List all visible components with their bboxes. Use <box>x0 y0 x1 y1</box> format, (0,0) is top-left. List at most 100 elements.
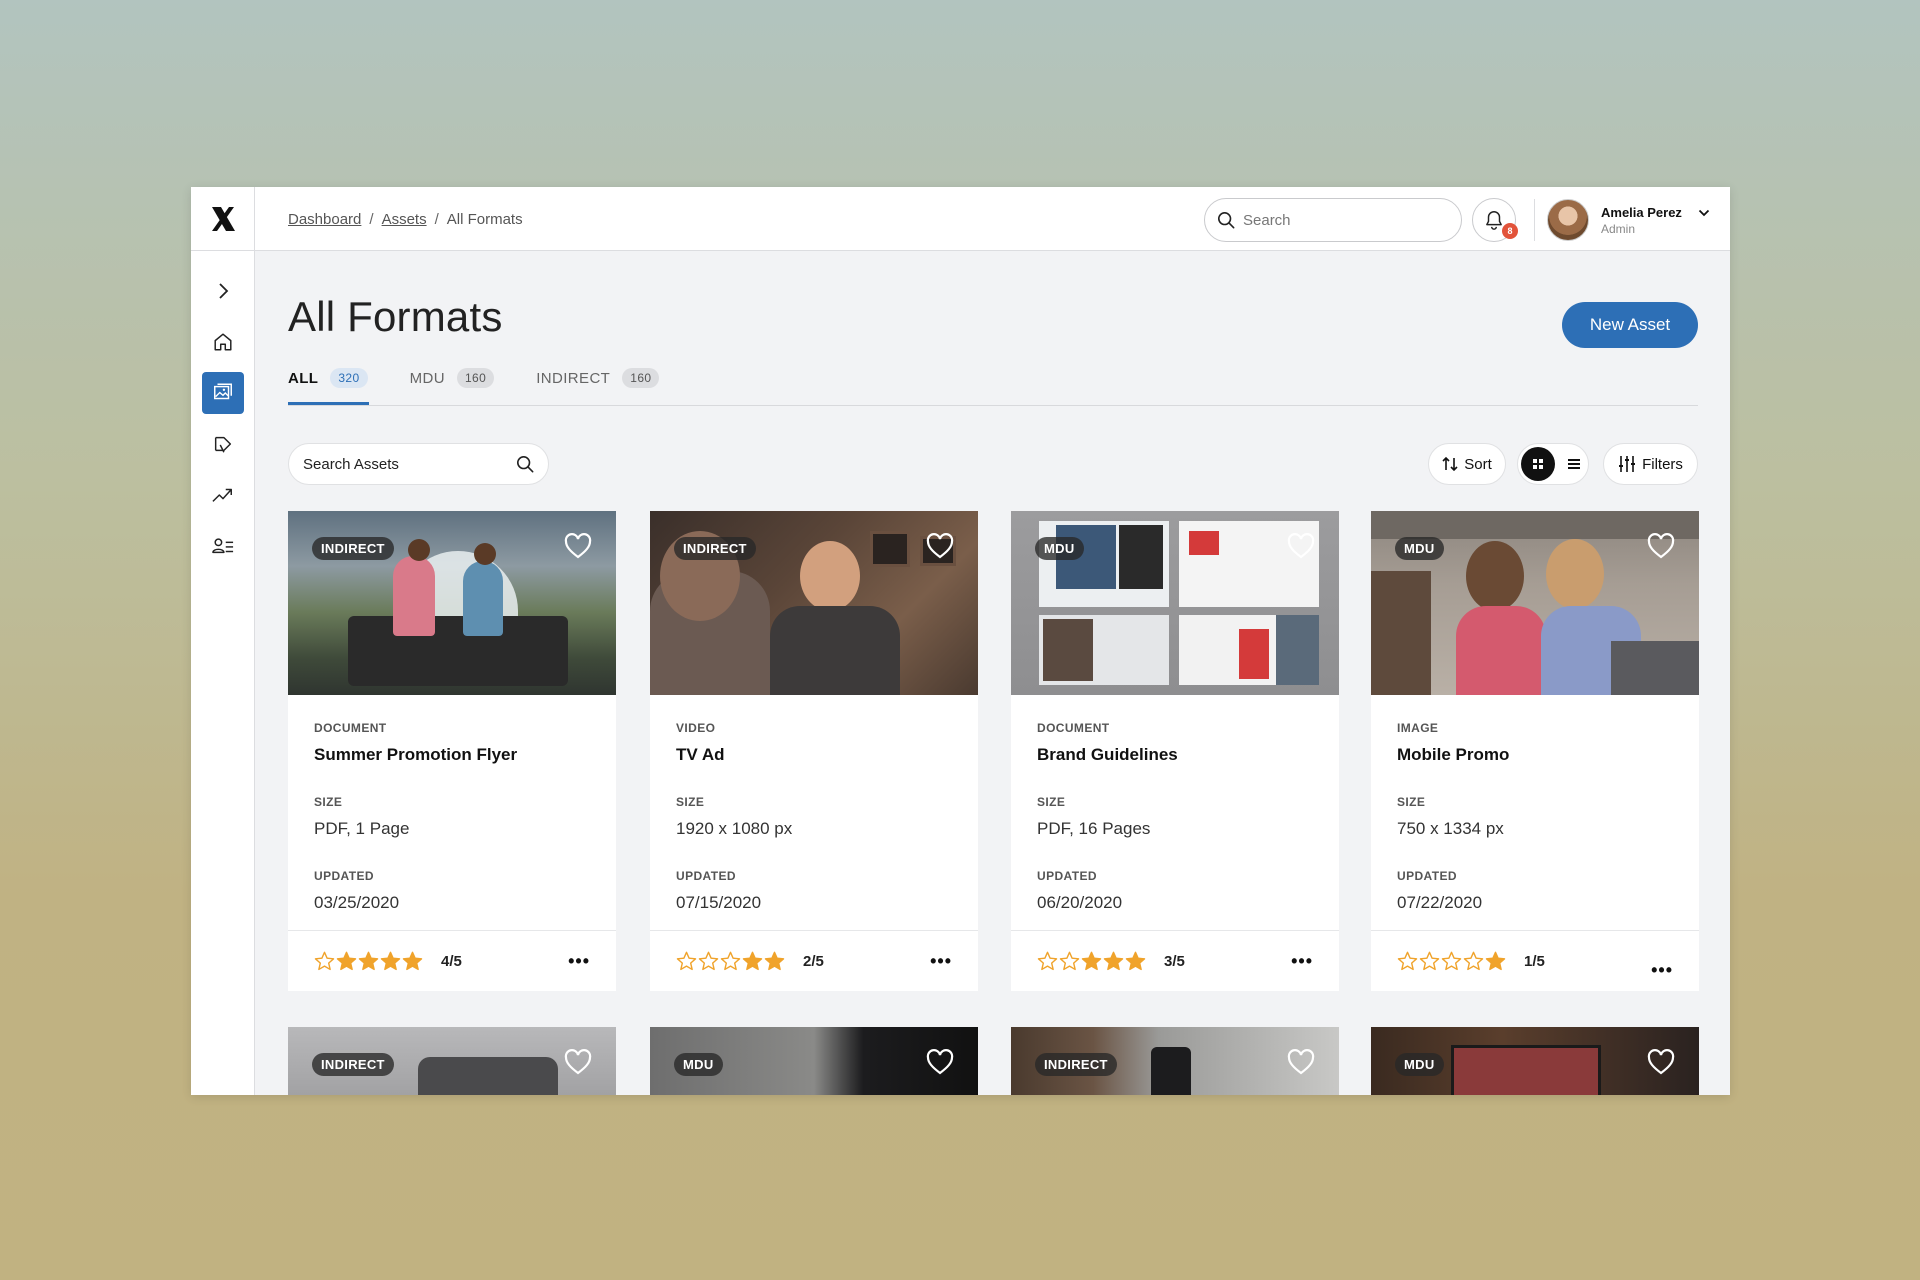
heart-icon[interactable] <box>1647 1049 1675 1075</box>
format-tabs: ALL 320 MDU 160 INDIRECT 160 <box>288 363 660 395</box>
heart-icon[interactable] <box>564 1049 592 1075</box>
star-outline-icon[interactable] <box>1441 951 1462 971</box>
star-outline-icon[interactable] <box>314 951 335 971</box>
tab-mdu-count: 160 <box>456 368 495 388</box>
format-tag: INDIRECT <box>1035 1053 1117 1076</box>
size-label: SIZE <box>1037 795 1066 809</box>
rating-text: 1/5 <box>1524 952 1545 970</box>
tab-all[interactable]: ALL 320 <box>288 363 368 393</box>
star-filled-icon[interactable] <box>402 951 423 971</box>
more-options-icon[interactable]: ••• <box>930 951 952 972</box>
asset-card[interactable]: MDU <box>650 1027 978 1095</box>
sort-button[interactable]: Sort <box>1428 443 1506 485</box>
tab-mdu-label: MDU <box>409 369 445 387</box>
asset-card[interactable]: MDU <box>1371 1027 1699 1095</box>
asset-card[interactable]: INDIRECT <box>1011 1027 1339 1095</box>
asset-card[interactable]: MDU IMAGE Mobile Promo SIZE 750 x 1334 p… <box>1371 511 1699 991</box>
format-tag: MDU <box>674 1053 723 1076</box>
view-toggle <box>1517 443 1589 485</box>
asset-title[interactable]: Brand Guidelines <box>1037 745 1313 765</box>
avatar <box>1547 199 1589 241</box>
asset-title[interactable]: TV Ad <box>676 745 952 765</box>
star-outline-icon[interactable] <box>1059 951 1080 971</box>
sidebar-item-assets[interactable] <box>202 372 244 414</box>
star-rating[interactable] <box>676 951 785 971</box>
tab-indirect[interactable]: INDIRECT 160 <box>536 363 660 393</box>
star-filled-icon[interactable] <box>742 951 763 971</box>
star-filled-icon[interactable] <box>1125 951 1146 971</box>
asset-search-input[interactable] <box>303 455 503 473</box>
tab-all-count: 320 <box>330 368 368 388</box>
star-filled-icon[interactable] <box>764 951 785 971</box>
star-outline-icon[interactable] <box>676 951 697 971</box>
star-filled-icon[interactable] <box>1103 951 1124 971</box>
asset-card[interactable]: INDIRECT VIDEO TV Ad SIZE 1920 x 1080 px… <box>650 511 978 991</box>
user-role: Admin <box>1601 221 1636 236</box>
star-filled-icon[interactable] <box>1081 951 1102 971</box>
breadcrumb-assets[interactable]: Assets <box>382 211 427 228</box>
asset-updated: 07/15/2020 <box>676 893 762 912</box>
asset-card[interactable]: INDIRECT <box>288 1027 616 1095</box>
global-search-input[interactable] <box>1243 211 1443 229</box>
star-filled-icon[interactable] <box>358 951 379 971</box>
sidebar-item-home[interactable] <box>202 321 244 363</box>
list-view-icon[interactable] <box>1567 458 1581 470</box>
star-filled-icon[interactable] <box>1485 951 1506 971</box>
sidebar-item-campaigns[interactable] <box>202 423 244 465</box>
star-outline-icon[interactable] <box>1419 951 1440 971</box>
heart-icon[interactable] <box>926 533 954 559</box>
asset-updated: 07/22/2020 <box>1397 893 1483 912</box>
search-icon[interactable] <box>516 455 534 473</box>
x-logo-icon <box>211 207 235 231</box>
more-options-icon[interactable]: ••• <box>1291 951 1313 972</box>
global-search[interactable] <box>1204 198 1462 242</box>
star-outline-icon[interactable] <box>1037 951 1058 971</box>
chevron-down-icon[interactable] <box>1698 208 1710 218</box>
star-filled-icon[interactable] <box>336 951 357 971</box>
format-tag: INDIRECT <box>312 537 394 560</box>
sidebar-item-analytics[interactable] <box>202 474 244 516</box>
asset-search[interactable] <box>288 443 549 485</box>
star-rating[interactable] <box>314 951 423 971</box>
filters-label: Filters <box>1642 455 1683 473</box>
logo[interactable] <box>191 187 255 251</box>
asset-title[interactable]: Summer Promotion Flyer <box>314 745 590 765</box>
format-tag: MDU <box>1395 537 1444 560</box>
more-options-icon[interactable]: ••• <box>1651 960 1673 981</box>
asset-title[interactable]: Mobile Promo <box>1397 745 1673 765</box>
star-rating[interactable] <box>1037 951 1146 971</box>
heart-icon[interactable] <box>564 533 592 559</box>
home-icon <box>214 333 232 351</box>
star-outline-icon[interactable] <box>1397 951 1418 971</box>
breadcrumb-dashboard[interactable]: Dashboard <box>288 211 361 228</box>
tabs-divider <box>288 405 1698 406</box>
star-rating[interactable] <box>1397 951 1506 971</box>
filters-button[interactable]: Filters <box>1603 443 1698 485</box>
tab-mdu[interactable]: MDU 160 <box>410 363 495 393</box>
sidebar-expand[interactable] <box>202 270 244 312</box>
new-asset-button[interactable]: New Asset <box>1562 302 1698 348</box>
rating-text: 4/5 <box>441 952 462 970</box>
star-outline-icon[interactable] <box>698 951 719 971</box>
asset-card[interactable]: INDIRECT DOCUMENT Summer Promotion Flyer… <box>288 511 616 991</box>
format-tag: MDU <box>1395 1053 1444 1076</box>
heart-icon[interactable] <box>1287 533 1315 559</box>
grid-view-button[interactable] <box>1521 447 1555 481</box>
more-options-icon[interactable]: ••• <box>568 951 590 972</box>
heart-icon[interactable] <box>926 1049 954 1075</box>
sidebar-item-users[interactable] <box>202 525 244 567</box>
size-label: SIZE <box>314 795 343 809</box>
heart-icon[interactable] <box>1287 1049 1315 1075</box>
app-window: Dashboard / Assets / All Formats 8 Ameli… <box>191 187 1730 1095</box>
notifications-button[interactable]: 8 <box>1472 198 1518 242</box>
trending-up-icon <box>212 488 232 502</box>
heart-icon[interactable] <box>1647 533 1675 559</box>
star-outline-icon[interactable] <box>1463 951 1484 971</box>
rating-text: 2/5 <box>803 952 824 970</box>
asset-card[interactable]: MDU DOCUMENT Brand Guidelines SIZE PDF, … <box>1011 511 1339 991</box>
header-divider <box>1534 199 1535 241</box>
star-filled-icon[interactable] <box>380 951 401 971</box>
star-outline-icon[interactable] <box>720 951 741 971</box>
tab-indirect-count: 160 <box>622 368 660 388</box>
user-menu[interactable]: Amelia Perez Admin <box>1547 198 1710 242</box>
